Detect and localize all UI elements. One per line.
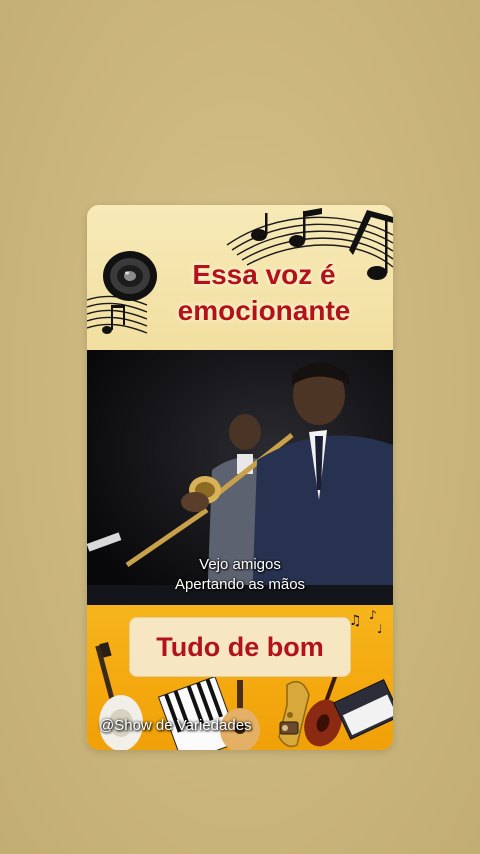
radio-icon bbox=[279, 721, 299, 735]
saxophone-icon bbox=[278, 680, 310, 748]
subtitle-line-1: Vejo amigos bbox=[199, 556, 281, 573]
subtitle-line-2: Apertando as mãos bbox=[174, 576, 306, 593]
video-card[interactable]: Essa voz é emocionante Vejo amigos Apert… bbox=[87, 205, 393, 750]
headline-line-2: emocionante bbox=[177, 295, 351, 326]
tag-box: Tudo de bom bbox=[129, 617, 351, 677]
bottom-banner: ♫ ♪ ♩ Tudo de bom @Show de Variedades bbox=[87, 605, 393, 750]
headline: Essa voz é emocionante bbox=[139, 257, 389, 329]
svg-text:♩: ♩ bbox=[377, 622, 383, 636]
watermark: @Show de Variedades bbox=[99, 717, 252, 734]
headline-line-1: Essa voz é bbox=[192, 259, 336, 290]
svg-text:♪: ♪ bbox=[369, 608, 377, 622]
video-frame[interactable]: Vejo amigos Apertando as mãos bbox=[87, 350, 393, 605]
tag-text: Tudo de bom bbox=[156, 632, 324, 662]
top-banner: Essa voz é emocionante bbox=[87, 205, 393, 350]
